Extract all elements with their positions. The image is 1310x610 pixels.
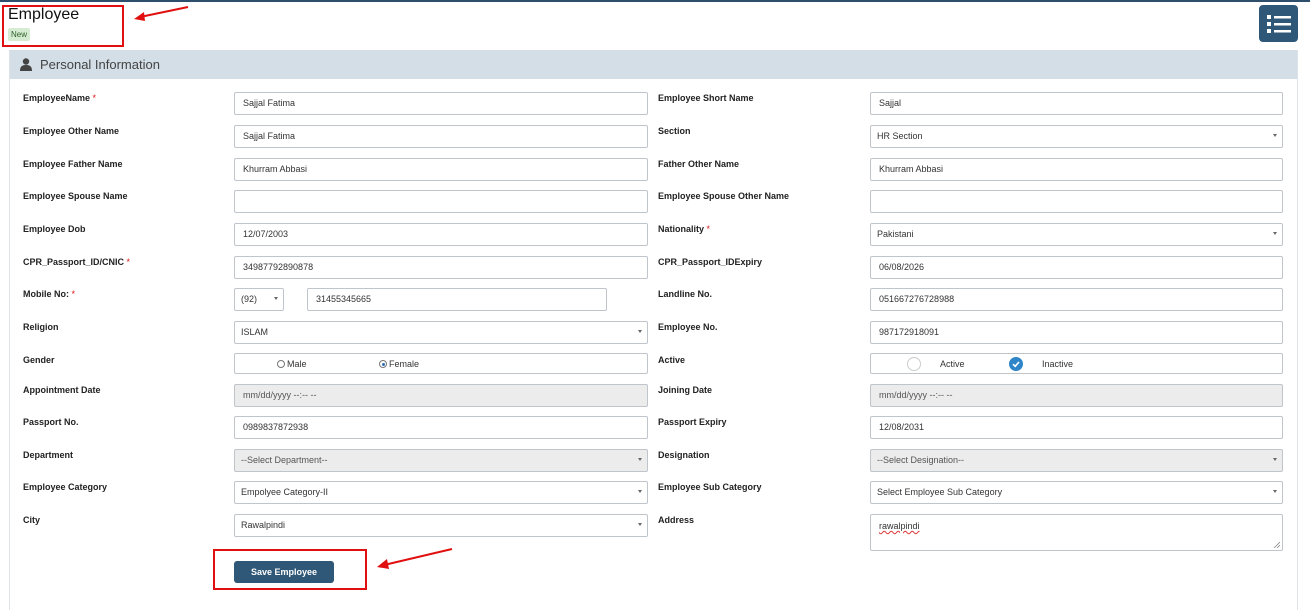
department-select[interactable]: --Select Department-- <box>234 449 648 472</box>
cnic-input[interactable]: 34987792890878 <box>234 256 648 279</box>
label-employee-no: Employee No. <box>658 322 718 332</box>
label-nationality: Nationality * <box>658 224 711 234</box>
label-employee-sub-category: Employee Sub Category <box>658 482 762 492</box>
dob-input[interactable]: 12/07/2003 <box>234 223 648 246</box>
father-other-name-input[interactable]: Khurram Abbasi <box>870 158 1283 181</box>
gender-option-female[interactable]: Female <box>379 354 419 375</box>
chevron-down-icon <box>1273 458 1277 461</box>
label-spouse-other-name: Employee Spouse Other Name <box>658 191 790 201</box>
male-label: Male <box>287 359 307 369</box>
label-religion: Religion <box>23 322 59 332</box>
appointment-date-input[interactable]: mm/dd/yyyy --:-- -- <box>234 384 648 407</box>
label-city: City <box>23 515 41 525</box>
resize-handle-icon[interactable] <box>1273 541 1280 548</box>
address-textarea[interactable]: rawalpindi <box>870 514 1283 551</box>
gender-radio-group: Male Female <box>234 353 648 374</box>
employee-other-name-input[interactable]: Sajjal Fatima <box>234 125 648 148</box>
father-name-input[interactable]: Khurram Abbasi <box>234 158 648 181</box>
chevron-down-icon <box>274 297 278 300</box>
label-passport-no: Passport No. <box>23 417 79 427</box>
country-code-select[interactable]: (92) <box>234 288 284 311</box>
list-view-button[interactable] <box>1259 5 1298 42</box>
religion-select[interactable]: ISLAM <box>234 321 648 344</box>
chevron-down-icon <box>1273 232 1277 235</box>
annotation-box-title <box>2 5 124 47</box>
female-label: Female <box>389 359 420 369</box>
label-mobile: Mobile No: * <box>23 289 76 299</box>
passport-no-input[interactable]: 0989837872938 <box>234 416 648 439</box>
label-appointment-date: Appointment Date <box>23 385 101 395</box>
employee-category-select[interactable]: Empolyee Category-II <box>234 481 648 504</box>
chevron-down-icon <box>638 523 642 526</box>
employee-short-name-input[interactable]: Sajjal <box>870 92 1283 115</box>
spouse-other-name-input[interactable] <box>870 190 1283 213</box>
joining-date-input[interactable]: mm/dd/yyyy --:-- -- <box>870 384 1283 407</box>
label-landline: Landline No. <box>658 289 712 299</box>
employee-category-value: Empolyee Category-II <box>241 487 329 497</box>
city-value: Rawalpindi <box>241 520 286 530</box>
label-department: Department <box>23 450 74 460</box>
landline-input[interactable]: 051667276728988 <box>870 288 1283 311</box>
country-code-value: (92) <box>241 294 258 304</box>
section-select[interactable]: HR Section <box>870 125 1283 148</box>
label-father-other-name: Father Other Name <box>658 159 740 169</box>
employee-name-input[interactable]: Sajjal Fatima <box>234 92 648 115</box>
label-active: Active <box>658 355 686 365</box>
radio-inactive[interactable] <box>1009 357 1023 371</box>
label-gender: Gender <box>23 355 55 365</box>
annotation-arrow-save <box>377 548 453 569</box>
employee-no-input[interactable]: 987172918091 <box>870 321 1283 344</box>
active-radio-group: Active Inactive <box>870 353 1283 374</box>
nationality-select[interactable]: Pakistani <box>870 223 1283 246</box>
radio-active[interactable] <box>907 357 921 371</box>
gender-option-male[interactable]: Male <box>277 354 307 375</box>
nationality-value: Pakistani <box>877 229 914 239</box>
label-cnic: CPR_Passport_ID/CNIC * <box>23 257 131 267</box>
chevron-down-icon <box>1273 134 1277 137</box>
department-value: --Select Department-- <box>241 455 328 465</box>
label-father-name: Employee Father Name <box>23 159 123 169</box>
chevron-down-icon <box>638 490 642 493</box>
label-employee-name: EmployeeName * <box>23 93 97 103</box>
annotation-arrow-title <box>134 6 189 21</box>
label-section: Section <box>658 126 691 136</box>
user-icon <box>20 58 32 71</box>
list-icon <box>1266 14 1291 33</box>
employee-sub-category-value: Select Employee Sub Category <box>877 487 1003 497</box>
annotation-box-save <box>213 549 367 590</box>
chevron-down-icon <box>1273 490 1277 493</box>
label-employee-category: Employee Category <box>23 482 108 492</box>
radio-male[interactable] <box>277 360 285 368</box>
chevron-down-icon <box>638 458 642 461</box>
city-select[interactable]: Rawalpindi <box>234 514 648 537</box>
label-dob: Employee Dob <box>23 224 86 234</box>
active-label: Active <box>940 359 965 369</box>
section-value: HR Section <box>877 131 923 141</box>
top-border <box>0 0 1310 2</box>
designation-value: --Select Designation-- <box>877 455 965 465</box>
label-passport-expiry: Passport Expiry <box>658 417 727 427</box>
employee-sub-category-select[interactable]: Select Employee Sub Category <box>870 481 1283 504</box>
id-expiry-input[interactable]: 06/08/2026 <box>870 256 1283 279</box>
religion-value: ISLAM <box>241 327 269 337</box>
label-employee-short-name: Employee Short Name <box>658 93 754 103</box>
panel-title: Personal Information <box>40 57 160 72</box>
label-employee-other-name: Employee Other Name <box>23 126 120 136</box>
label-designation: Designation <box>658 450 710 460</box>
mobile-input[interactable]: 31455345665 <box>307 288 607 311</box>
check-icon <box>1012 361 1020 368</box>
chevron-down-icon <box>638 330 642 333</box>
radio-female[interactable] <box>379 360 387 368</box>
panel-header: Personal Information <box>10 50 1297 79</box>
inactive-label: Inactive <box>1042 359 1074 369</box>
label-address: Address <box>658 515 695 525</box>
label-spouse-name: Employee Spouse Name <box>23 191 128 201</box>
address-value: rawalpindi <box>879 521 920 531</box>
spouse-name-input[interactable] <box>234 190 648 213</box>
label-joining-date: Joining Date <box>658 385 713 395</box>
label-id-expiry: CPR_Passport_IDExpiry <box>658 257 763 267</box>
passport-expiry-input[interactable]: 12/08/2031 <box>870 416 1283 439</box>
designation-select[interactable]: --Select Designation-- <box>870 449 1283 472</box>
